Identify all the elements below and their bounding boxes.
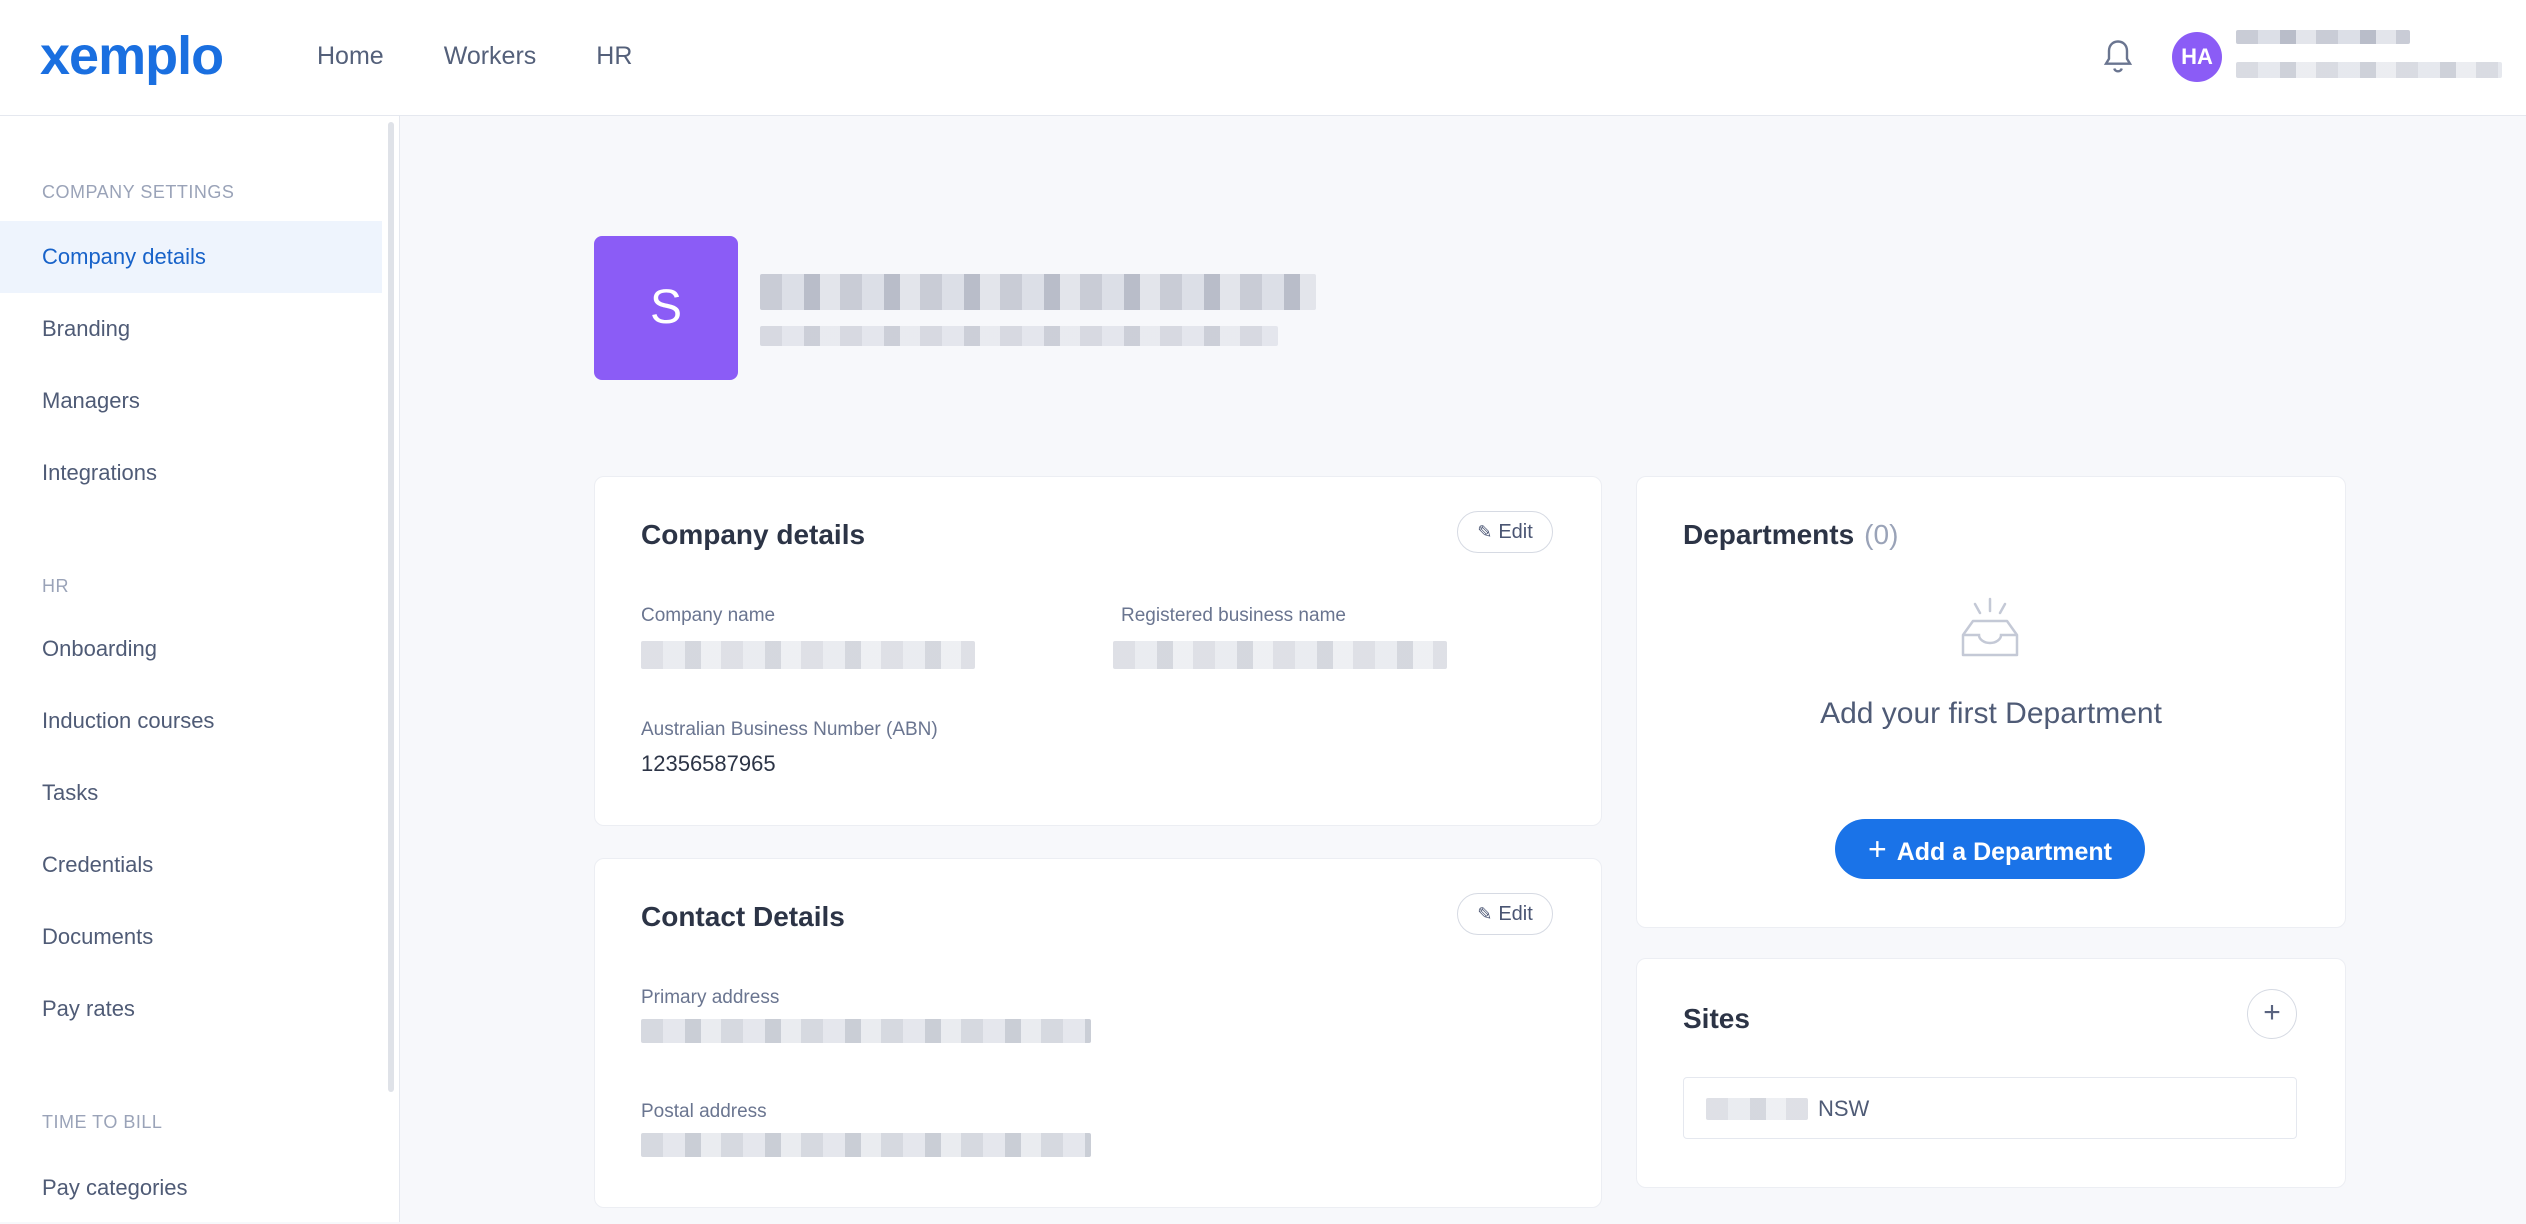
company-details-edit-button[interactable]: ✎ Edit — [1457, 511, 1553, 553]
departments-count: (0) — [1864, 519, 1899, 550]
contact-details-title: Contact Details — [641, 901, 845, 932]
site-name-redacted — [1706, 1098, 1808, 1120]
registered-name-value-redacted — [1113, 641, 1447, 669]
section-label-hr: HR — [42, 576, 69, 596]
add-site-button[interactable]: + — [2247, 989, 2297, 1039]
section-label-time-to-bill: TIME TO BILL — [42, 1112, 163, 1132]
company-subtitle-redacted — [760, 326, 1278, 346]
company-name-value-redacted — [641, 641, 975, 669]
company-name-redacted — [760, 274, 1316, 310]
registered-name-label: Registered business name — [1121, 605, 1346, 626]
sites-card: Sites + NSW — [1636, 958, 2346, 1188]
primary-address-label: Primary address — [641, 987, 780, 1008]
sidebar-item-credentials[interactable]: Credentials — [0, 829, 382, 901]
sites-title: Sites — [1683, 1003, 1750, 1034]
departments-empty-title: Add your first Department — [1820, 697, 2162, 730]
sidebar-item-induction-courses[interactable]: Induction courses — [0, 685, 382, 757]
company-details-card: Company details ✎ Edit Company name Regis… — [594, 476, 1602, 826]
user-avatar[interactable]: HA — [2172, 32, 2222, 82]
abn-value: 12356587965 — [641, 751, 776, 776]
sidebar-item-onboarding[interactable]: Onboarding — [0, 613, 382, 685]
company-name-label: Company name — [641, 605, 776, 626]
plus-icon: + — [2263, 996, 2281, 1029]
notification-bell-icon[interactable] — [2100, 38, 2136, 78]
section-label-company-settings: COMPANY SETTINGS — [42, 182, 235, 202]
abn-label: Australian Business Number (ABN) — [641, 719, 938, 740]
main-nav: Home Workers HR — [317, 0, 692, 116]
contact-details-card: Contact Details ✎ Edit Primary address Po… — [594, 858, 1602, 1208]
departments-title: Departments (0) — [1683, 519, 1899, 550]
sidebar-item-company-details[interactable]: Company details — [0, 221, 382, 293]
sidebar-item-tasks[interactable]: Tasks — [0, 757, 382, 829]
company-avatar: S — [594, 236, 738, 380]
top-header: xemplo Home Workers HR HA — [0, 0, 2526, 116]
nav-workers[interactable]: Workers — [444, 0, 537, 116]
settings-sidebar: COMPANY SETTINGS Company details Brandin… — [0, 116, 400, 1222]
site-state: NSW — [1818, 1096, 1870, 1121]
sidebar-item-integrations[interactable]: Integrations — [0, 437, 382, 509]
xemplo-logo[interactable]: xemplo — [40, 26, 224, 86]
pencil-icon: ✎ — [1477, 904, 1493, 924]
sidebar-item-managers[interactable]: Managers — [0, 365, 382, 437]
departments-card: Departments (0) Add your first Department… — [1636, 476, 2346, 928]
sidebar-item-pay-categories[interactable]: Pay categories — [0, 1152, 382, 1224]
primary-address-value-redacted — [641, 1019, 1091, 1043]
contact-details-edit-button[interactable]: ✎ Edit — [1457, 893, 1553, 935]
postal-address-label: Postal address — [641, 1101, 767, 1122]
sidebar-item-branding[interactable]: Branding — [0, 293, 382, 365]
site-row[interactable]: NSW — [1683, 1077, 2297, 1139]
postal-address-value-redacted — [641, 1133, 1091, 1157]
plus-icon: + — [1868, 831, 1887, 867]
empty-inbox-icon — [1961, 597, 2019, 657]
sidebar-item-documents[interactable]: Documents — [0, 901, 382, 973]
pencil-icon: ✎ — [1477, 522, 1493, 542]
sidebar-scrollbar[interactable] — [388, 122, 394, 1092]
user-info-redacted[interactable] — [2236, 30, 2506, 82]
nav-home[interactable]: Home — [317, 0, 384, 116]
sidebar-item-pay-rates[interactable]: Pay rates — [0, 973, 382, 1045]
nav-hr[interactable]: HR — [596, 0, 632, 116]
company-details-title: Company details — [641, 519, 866, 550]
add-department-button[interactable]: + Add a Department — [1835, 819, 2145, 879]
